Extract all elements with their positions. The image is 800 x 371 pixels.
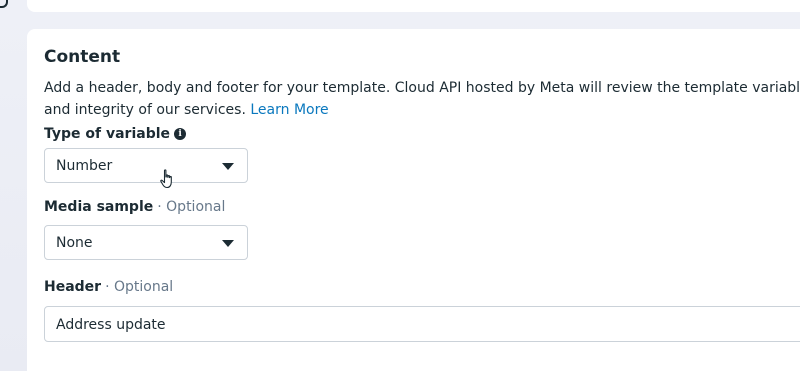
media-sample-label-text: Media sample	[44, 199, 154, 215]
media-sample-select[interactable]: None	[44, 225, 248, 260]
header-input-value: Address update	[56, 317, 166, 333]
header-label: Header · Optional	[44, 279, 173, 295]
description-line-1: Add a header, body and footer for your t…	[44, 80, 800, 96]
media-sample-value: None	[56, 235, 93, 251]
content-card: Content Add a header, body and footer fo…	[27, 29, 800, 371]
header-label-text: Header	[44, 279, 102, 295]
type-of-variable-value: Number	[56, 158, 113, 174]
media-sample-label: Media sample · Optional	[44, 199, 225, 215]
partial-arrow-icon	[0, 0, 8, 8]
type-of-variable-select[interactable]: Number	[44, 148, 248, 183]
header-optional: · Optional	[105, 279, 174, 295]
caret-down-icon	[222, 163, 234, 170]
hand-pointer-icon	[160, 169, 172, 189]
info-icon[interactable]: i	[174, 128, 187, 140]
section-title: Content	[44, 47, 121, 67]
header-text-input[interactable]: Address update	[44, 306, 800, 342]
page-viewport: Content Add a header, body and footer fo…	[0, 0, 800, 371]
description-line-2-text: and integrity of our services.	[44, 102, 246, 118]
learn-more-link[interactable]: Learn More	[250, 102, 328, 118]
caret-down-icon	[222, 240, 234, 247]
description-line-2: and integrity of our services. Learn Mor…	[44, 99, 800, 121]
content-description: Add a header, body and footer for your t…	[44, 77, 800, 121]
media-sample-optional: · Optional	[157, 199, 226, 215]
type-of-variable-label: Type of variable i	[44, 126, 187, 142]
type-of-variable-label-text: Type of variable	[44, 126, 171, 142]
previous-card	[27, 0, 800, 12]
